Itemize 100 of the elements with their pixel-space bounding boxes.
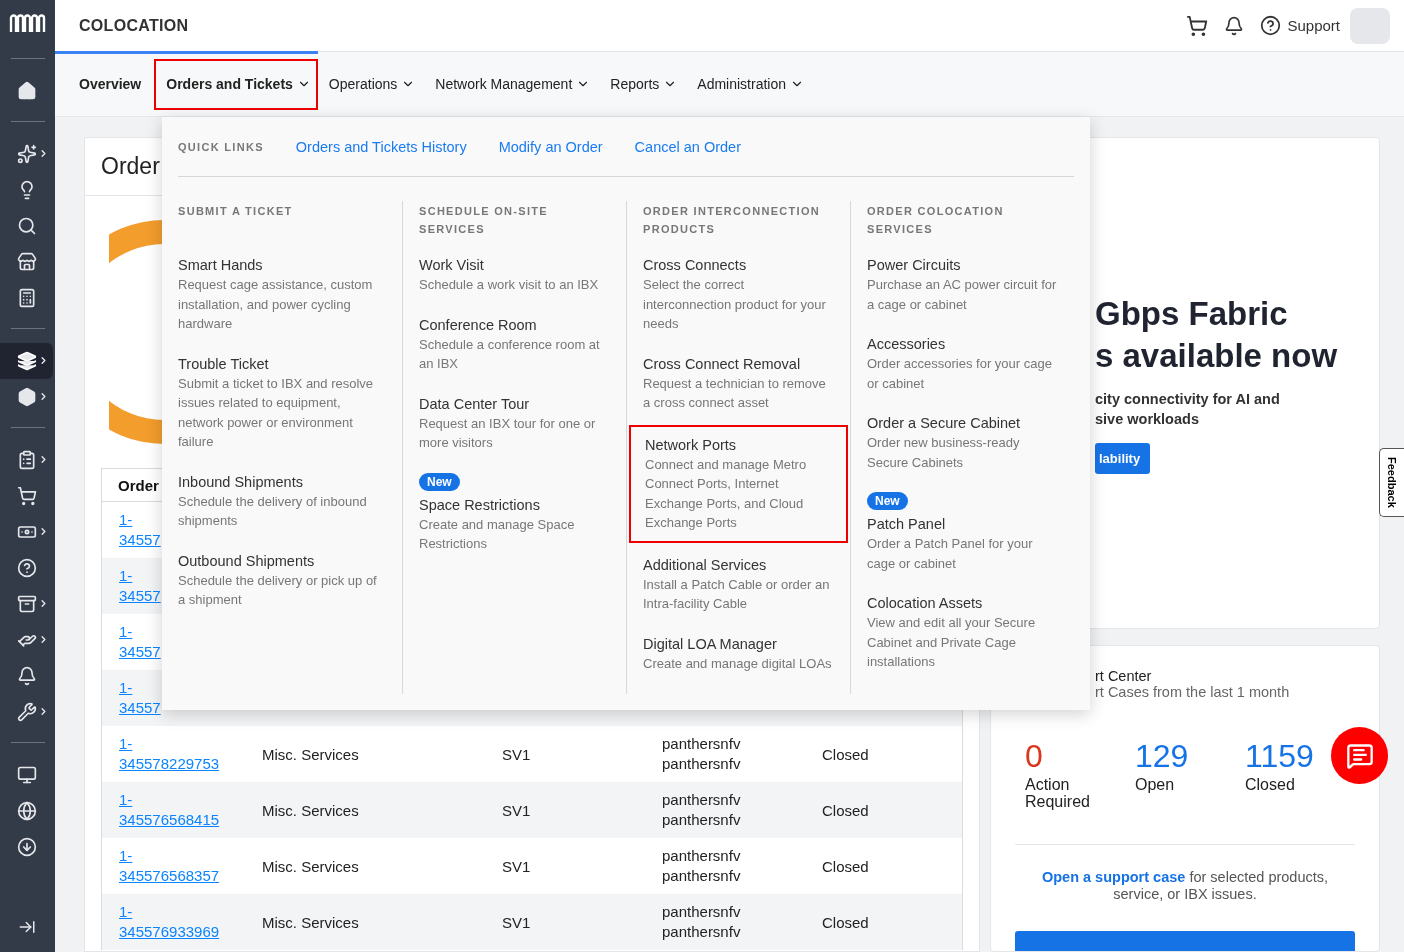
table-cell-text: Misc. Services [262, 801, 360, 819]
nav-tab[interactable]: Network Management [428, 58, 598, 110]
menu-item-title[interactable]: Conference Room [419, 314, 537, 335]
menu-item-description: Schedule the delivery of inbound shipments [178, 492, 368, 530]
notifications-button[interactable] [1224, 15, 1245, 36]
order-link[interactable]: 1-345578229753 [119, 734, 220, 774]
chat-icon [1345, 741, 1374, 770]
menu-item-title[interactable]: Data Center Tour [419, 393, 530, 414]
menu-item-description: Request cage assistance, custom installation, and power cycling hardware [178, 276, 374, 333]
nav-tab[interactable]: Overview [72, 58, 149, 110]
menu-item-title[interactable]: Patch Panel [867, 514, 946, 534]
menu-item-description: Order a Patch Panel for your cage or cabinet [867, 535, 1034, 573]
menu-item-title[interactable]: Additional Services [643, 554, 767, 575]
stat-label: Closed [1245, 776, 1296, 793]
table-cell-text: Closed [822, 913, 870, 931]
help-icon [1260, 15, 1282, 36]
new-badge: New [867, 492, 908, 510]
nav-tab[interactable]: Reports [603, 58, 685, 110]
logout-icon [17, 918, 36, 936]
chevron-icon [38, 148, 49, 159]
menu-item-description: Schedule the delivery or pick up of a shipment [178, 571, 378, 609]
section-heading: ORDER COLOCATION SERVICES [867, 205, 1004, 235]
menu-item-description: Submit a ticket to IBX and resolve issues related to equipment, network power or environment failure [178, 374, 375, 451]
table-cell-text: SV1 [502, 857, 532, 875]
menu-item-description: Create and manage digital LOAs [643, 654, 832, 673]
table-cell-text: Closed [822, 857, 870, 875]
download-icon [16, 837, 37, 857]
archive-icon [16, 594, 37, 614]
chevron-icon [38, 355, 49, 366]
order-link[interactable]: 1-34557 [119, 510, 161, 550]
menu-item-description: Request a technician to remove a cross connect asset [643, 374, 827, 412]
search-icon [16, 216, 37, 236]
section-heading: QUICK LINKS [178, 139, 264, 155]
menu-item-title[interactable]: Cross Connects [643, 255, 747, 275]
quick-link[interactable]: Orders and Tickets History [295, 138, 467, 155]
availability-button[interactable]: lability [1095, 443, 1151, 474]
promo-headline: s available now [1095, 336, 1338, 376]
menu-item-title[interactable]: Digital LOA Manager [643, 633, 777, 654]
cart-icon [16, 486, 37, 506]
menu-item-title[interactable]: Order a Secure Cabinet [867, 413, 1021, 433]
stat-label: Action Required [1025, 776, 1091, 810]
sidebar-button[interactable] [0, 343, 53, 379]
menu-item-title[interactable]: Work Visit [419, 255, 484, 275]
wrench-icon [16, 702, 37, 722]
chevron-icon [38, 391, 49, 402]
table-cell-text: Closed [822, 745, 870, 763]
nav-tab[interactable]: Orders and Tickets [154, 58, 318, 110]
help-icon [16, 558, 37, 578]
order-link[interactable]: 1-345576568357 [119, 846, 220, 886]
menu-item-title[interactable]: Cross Connect Removal [643, 353, 801, 374]
stat-label: Open [1135, 776, 1176, 793]
stat-value[interactable]: 129 [1135, 736, 1189, 776]
cart-button[interactable] [1186, 14, 1209, 37]
order-link[interactable]: 1-34557 [119, 622, 161, 662]
support-note: Open a support case for selected products, service, or IBX issues. [1040, 869, 1330, 903]
chevron-icon [38, 706, 49, 717]
menu-item-title[interactable]: Smart Hands [178, 255, 263, 275]
support-button[interactable]: Support [1260, 15, 1340, 36]
quick-link[interactable]: Cancel an Order [634, 138, 741, 155]
nav-tab[interactable]: Administration [690, 58, 811, 110]
highlighted-menu-item[interactable]: Network Ports Connect and manage Metro Connect Ports, Internet Exchange Ports, and Cloud Exchange Ports [629, 424, 848, 543]
support-link[interactable]: Open a support case [1041, 869, 1186, 885]
feedback-tab[interactable]: Feedback [1379, 448, 1404, 517]
menu-item-title[interactable]: Power Circuits [867, 255, 961, 275]
table-cell-text: panthersnfv panthersnfv [662, 790, 742, 830]
menu-item-title[interactable]: Accessories [867, 334, 946, 354]
menu-item-description: View and edit all your Secure Cabinet and Private Cage installations [867, 614, 1037, 671]
menu-item-title[interactable]: Inbound Shipments [178, 471, 303, 492]
table-cell-text: panthersnfv panthersnfv [662, 846, 742, 886]
stat-value[interactable]: 1159 [1245, 736, 1314, 776]
menu-item-title[interactable]: Colocation Assets [867, 593, 983, 613]
table-cell-text: SV1 [502, 745, 532, 763]
table-cell-text: Misc. Services [262, 913, 360, 931]
menu-item-description: Order accessories for your cage or cabinet [867, 355, 1053, 393]
card-title: Order [101, 153, 160, 180]
menu-item-title[interactable]: Space Restrictions [419, 494, 540, 515]
quick-link[interactable]: Modify an Order [498, 138, 603, 155]
bell-icon [16, 666, 37, 686]
section-heading: ORDER INTERCONNECTION PRODUCTS [643, 205, 821, 235]
menu-item-description: Select the correct interconnection product for your needs [643, 276, 827, 333]
table-cell-text: SV1 [502, 801, 532, 819]
menu-item-description: Connect and manage Metro Connect Ports, Internet Exchange Ports, and Cloud Exchange Ports [645, 455, 808, 532]
table-cell-text: panthersnfv panthersnfv [662, 734, 742, 774]
layers-icon [16, 351, 37, 371]
table-cell-text: SV1 [502, 913, 532, 931]
table-cell-text: Closed [822, 801, 870, 819]
menu-item-title[interactable]: Network Ports [645, 434, 737, 455]
section-heading: SUBMIT A TICKET [178, 205, 293, 217]
support-subtitle: rt Cases from the last 1 month [1094, 684, 1291, 700]
menu-item-description: Purchase an AC power circuit for a cage or cabinet [867, 276, 1058, 314]
menu-item-description: Schedule a work visit to an IBX [419, 276, 599, 294]
stat-value[interactable]: 0 [1025, 736, 1043, 776]
cart-icon [1186, 14, 1209, 37]
menu-item-title[interactable]: Outbound Shipments [178, 550, 315, 571]
section-heading: SCHEDULE ON-SITE SERVICES [419, 205, 548, 235]
menu-item-title[interactable]: Trouble Ticket [178, 353, 269, 374]
nav-tab[interactable]: Operations [321, 58, 423, 110]
new-badge: New [419, 472, 460, 491]
sparkles-icon [16, 144, 37, 164]
promo-text: city connectivity for AI and [1095, 390, 1280, 409]
